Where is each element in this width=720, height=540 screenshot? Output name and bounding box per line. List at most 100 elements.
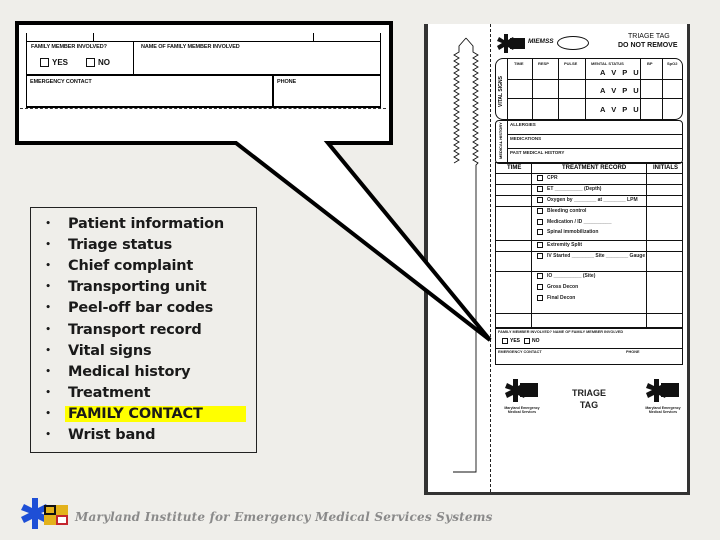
title-line-1: TRIAGE — [571, 388, 606, 398]
treatment-item-label: Bleeding control — [547, 208, 587, 214]
col-line — [558, 59, 559, 119]
tag-no-checkbox[interactable]: NO — [524, 338, 540, 344]
bullet-icon: • — [45, 260, 51, 271]
yes-label: YES — [510, 338, 521, 344]
medical-history-section: MEDICAL HISTORY ALLERGIES MEDICATIONS PA… — [495, 120, 683, 164]
feature-list-item: • Wrist band — [31, 425, 256, 446]
row-line — [496, 271, 682, 272]
row-line — [507, 98, 682, 99]
treatment-item: Extremity Split — [537, 242, 582, 248]
bottom-triage-tag-title: TRIAGE TAG — [564, 387, 614, 411]
treatment-item: Gross Decon — [537, 284, 578, 290]
feature-list-item-label: Treatment — [68, 385, 151, 402]
treatment-item: Final Decon — [537, 295, 575, 301]
right-logo-caption: Maryland Emergency Medical Services — [635, 406, 691, 414]
medical-history-label: MEDICAL HISTORY — [498, 122, 503, 159]
treatment-item: Oxygen by ________ at ________ LPM — [537, 197, 638, 203]
feature-list-item: • Treatment — [31, 383, 256, 404]
wrist-band-icon — [453, 37, 479, 473]
checkbox-square[interactable] — [40, 58, 49, 67]
feature-list-item-label: Chief complaint — [68, 257, 194, 274]
treatment-checkbox[interactable] — [537, 295, 543, 301]
feature-list-box: • Patient information • Triage status • Chief… — [30, 207, 257, 453]
treatment-checkbox[interactable] — [537, 208, 543, 214]
treatment-item: Spinal immobilization — [537, 229, 598, 235]
bullet-icon: • — [45, 303, 51, 314]
do-not-remove-label: DO NOT REMOVE — [618, 42, 678, 49]
feature-list-item-label: Transporting unit — [68, 279, 207, 296]
row-line — [496, 173, 682, 174]
miemss-footer-logo-icon — [21, 498, 68, 529]
callout-family-contact-form: FAMILY MEMBER INVOLVED? NAME OF FAMILY M… — [26, 33, 381, 108]
avpu-row-1: A V P U — [600, 68, 641, 77]
treatment-checkbox[interactable] — [537, 175, 543, 181]
feature-list-item: • Peel-off bar codes — [31, 298, 256, 319]
medications-label: MEDICATIONS — [510, 136, 542, 141]
row-line — [496, 240, 682, 241]
no-label: NO — [532, 338, 540, 344]
bullet-icon: • — [45, 366, 51, 377]
family-member-involved-label: FAMILY MEMBER INVOLVED? — [31, 44, 107, 50]
vital-signs-grid: VITAL SIGNS TIME RESP PULSE MENTAL STATU… — [495, 58, 683, 120]
tag-family-member-involved-label: FAMILY MEMBER INVOLVED? — [498, 330, 552, 334]
treatment-item-label: IV Started ________ Site ________ Gauge — [547, 253, 646, 259]
vitals-header-spo2: SpO2 — [667, 61, 678, 66]
triage-tag: MIEMSS TRIAGE TAG DO NOT REMOVE VITAL SI… — [424, 24, 690, 495]
feature-list-item-label: FAMILY CONTACT — [65, 406, 246, 423]
tag-family-contact-section: FAMILY MEMBER INVOLVED? NAME OF FAMILY M… — [495, 327, 683, 365]
feature-list-item: • FAMILY CONTACT — [31, 404, 256, 425]
star-of-life-logo-icon — [646, 379, 679, 402]
treatment-checkbox[interactable] — [537, 284, 543, 290]
feature-list-item-label: Triage status — [68, 236, 173, 253]
treatment-checkbox[interactable] — [537, 273, 543, 279]
row-line — [496, 348, 682, 349]
treatment-checkbox[interactable] — [537, 242, 543, 248]
treatment-checkbox[interactable] — [537, 219, 543, 225]
treatment-item-label: Medication / ID __________ — [547, 219, 612, 225]
tick — [380, 33, 381, 41]
row-line — [496, 313, 682, 314]
tag-phone-label: PHONE — [626, 350, 640, 354]
treatment-header-record: TREATMENT RECORD — [562, 165, 627, 171]
avpu-row-3: A V P U — [600, 105, 641, 114]
treatment-item-label: ET __________ (Depth) — [547, 186, 602, 192]
bullet-icon: • — [45, 218, 51, 229]
no-checkbox[interactable]: NO — [86, 58, 110, 67]
treatment-checkbox[interactable] — [537, 229, 543, 235]
left-logo-caption: Maryland Emergency Medical Services — [494, 406, 550, 414]
col-line — [662, 59, 663, 119]
feature-list-item-label: Peel-off bar codes — [68, 300, 214, 317]
row-line — [507, 79, 682, 80]
yes-label: YES — [52, 58, 69, 67]
checkbox-square[interactable] — [86, 58, 95, 67]
vital-signs-label: VITAL SIGNS — [498, 76, 504, 107]
divider — [133, 41, 134, 74]
treatment-item-label: Extremity Split — [547, 242, 583, 248]
checkbox-square[interactable] — [502, 338, 508, 344]
bullet-icon: • — [45, 324, 51, 335]
row-line — [496, 195, 682, 196]
treatment-checkbox[interactable] — [537, 253, 543, 259]
feature-list-item-label: Medical history — [68, 363, 191, 380]
perforation-line — [490, 24, 491, 492]
tag-yes-checkbox[interactable]: YES — [502, 338, 520, 344]
allergies-label: ALLERGIES — [510, 122, 536, 127]
treatment-item: ET __________ (Depth) — [537, 186, 601, 192]
emergency-contact-row: EMERGENCY CONTACT PHONE — [26, 74, 381, 108]
col-line — [531, 163, 532, 328]
row-line — [496, 184, 682, 185]
medhist-side: MEDICAL HISTORY — [496, 121, 508, 163]
treatment-checkbox[interactable] — [537, 197, 543, 203]
feature-list-item: • Transporting unit — [31, 277, 256, 298]
avpu-row-2: A V P U — [600, 86, 641, 95]
col-line — [585, 59, 586, 119]
yes-checkbox[interactable]: YES — [40, 58, 68, 67]
title-line-2: TAG — [579, 400, 599, 410]
checkbox-square[interactable] — [524, 338, 530, 344]
treatment-checkbox[interactable] — [537, 186, 543, 192]
feature-list-item: • Chief complaint — [31, 255, 256, 276]
feature-list-item: • Medical history — [31, 361, 256, 382]
treatment-item: IO __________ (Site) — [537, 273, 595, 279]
vitals-header-bp: BP — [647, 61, 653, 66]
divider — [272, 76, 274, 106]
